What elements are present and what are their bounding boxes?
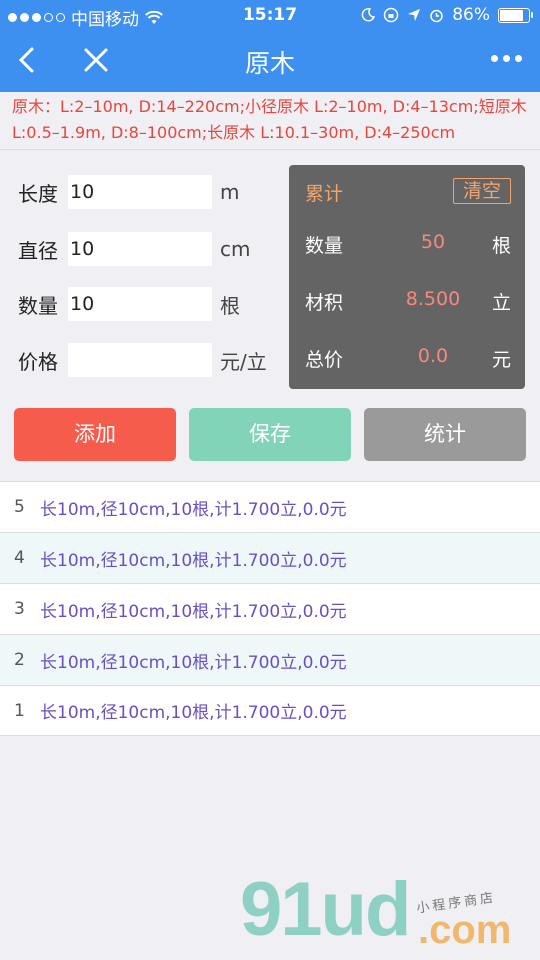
stats-button[interactable]: 统计 [364,408,526,461]
add-button[interactable]: 添加 [14,408,176,461]
record-number: 2 [14,650,25,670]
diameter-label: 直径 [18,238,58,263]
record-text: 长10m,径10cm,10根,计1.700立,0.0元 [40,601,347,622]
summary-unit: 立 [491,292,511,314]
nav-bar: 原木 [0,30,540,92]
alarm-icon [430,9,443,22]
summary-row-count: 数量 50 根 [305,231,511,259]
list-item[interactable]: 3 长10m,径10cm,10根,计1.700立,0.0元 [0,583,540,634]
price-unit: 元/立 [220,349,267,374]
record-number: 3 [14,599,25,619]
length-input[interactable]: 10 [68,175,212,209]
quantity-unit: 根 [220,293,240,318]
top-bar: 中国移动 15:17 86% 原木 [0,0,540,92]
record-text: 长10m,径10cm,10根,计1.700立,0.0元 [40,652,347,673]
record-number: 5 [14,497,25,517]
record-list: 5 长10m,径10cm,10根,计1.700立,0.0元 4 长10m,径10… [0,481,540,736]
summary-key: 数量 [305,235,344,257]
record-number: 1 [14,700,25,721]
list-item[interactable]: 5 长10m,径10cm,10根,计1.700立,0.0元 [0,481,540,532]
clear-button[interactable]: 清空 [453,178,511,204]
rotation-lock-icon [383,7,399,23]
length-unit: m [220,180,240,204]
price-label: 价格 [18,349,58,374]
length-label: 长度 [18,181,58,206]
save-button[interactable]: 保存 [189,408,351,461]
more-icon[interactable] [491,55,522,62]
summary-unit: 元 [491,349,511,371]
summary-title: 累计 [305,183,344,205]
battery-fill [500,9,524,21]
record-number: 4 [14,548,25,568]
summary-key: 材积 [305,292,344,314]
location-icon [408,9,421,21]
status-bar: 中国移动 15:17 86% [0,0,540,30]
list-item[interactable]: 1 长10m,径10cm,10根,计1.700立,0.0元 [0,685,540,736]
moon-icon [361,8,376,22]
summary-row-total: 总价 0.0 元 [305,345,511,373]
diameter-unit: cm [220,237,251,261]
battery-icon [498,7,533,23]
summary-key: 总价 [305,349,344,371]
summary-panel: 累计 清空 数量 50 根 材积 8.500 立 总价 0.0 元 [289,165,525,389]
watermark-brand: 91ud [240,867,411,952]
summary-value: 50 [420,231,446,253]
price-input[interactable] [68,343,212,377]
summary-unit: 根 [491,235,511,257]
price-row: 价格 元/立 [18,343,267,377]
quantity-input[interactable]: 10 [68,287,212,321]
quantity-row: 数量 10 根 [18,287,240,321]
list-item[interactable]: 4 长10m,径10cm,10根,计1.700立,0.0元 [0,532,540,583]
record-text: 长10m,径10cm,10根,计1.700立,0.0元 [40,550,347,571]
wood-spec-info: 原木：L:2–10m, D:14–220cm;小径原木 L:2–10m, D:4… [0,92,540,150]
status-right: 86% [361,5,533,25]
battery-percent: 86% [452,5,490,25]
summary-row-volume: 材积 8.500 立 [305,288,511,316]
diameter-input[interactable]: 10 [68,232,212,266]
list-item[interactable]: 2 长10m,径10cm,10根,计1.700立,0.0元 [0,634,540,685]
length-row: 长度 10 m [18,175,239,209]
record-text: 长10m,径10cm,10根,计1.700立,0.0元 [40,703,347,723]
quantity-label: 数量 [18,293,58,318]
watermark-logo: 91ud 小程序商店 .com [240,867,540,960]
watermark-domain: .com [418,908,512,952]
record-text: 长10m,径10cm,10根,计1.700立,0.0元 [40,499,347,520]
summary-value: 0.0 [417,345,449,367]
diameter-row: 直径 10 cm [18,232,250,266]
page-title: 原木 [244,49,295,78]
summary-value: 8.500 [405,288,461,310]
calc-form: 长度 10 m 直径 10 cm 数量 10 根 价格 元/立 累计 清空 数量… [0,151,540,476]
